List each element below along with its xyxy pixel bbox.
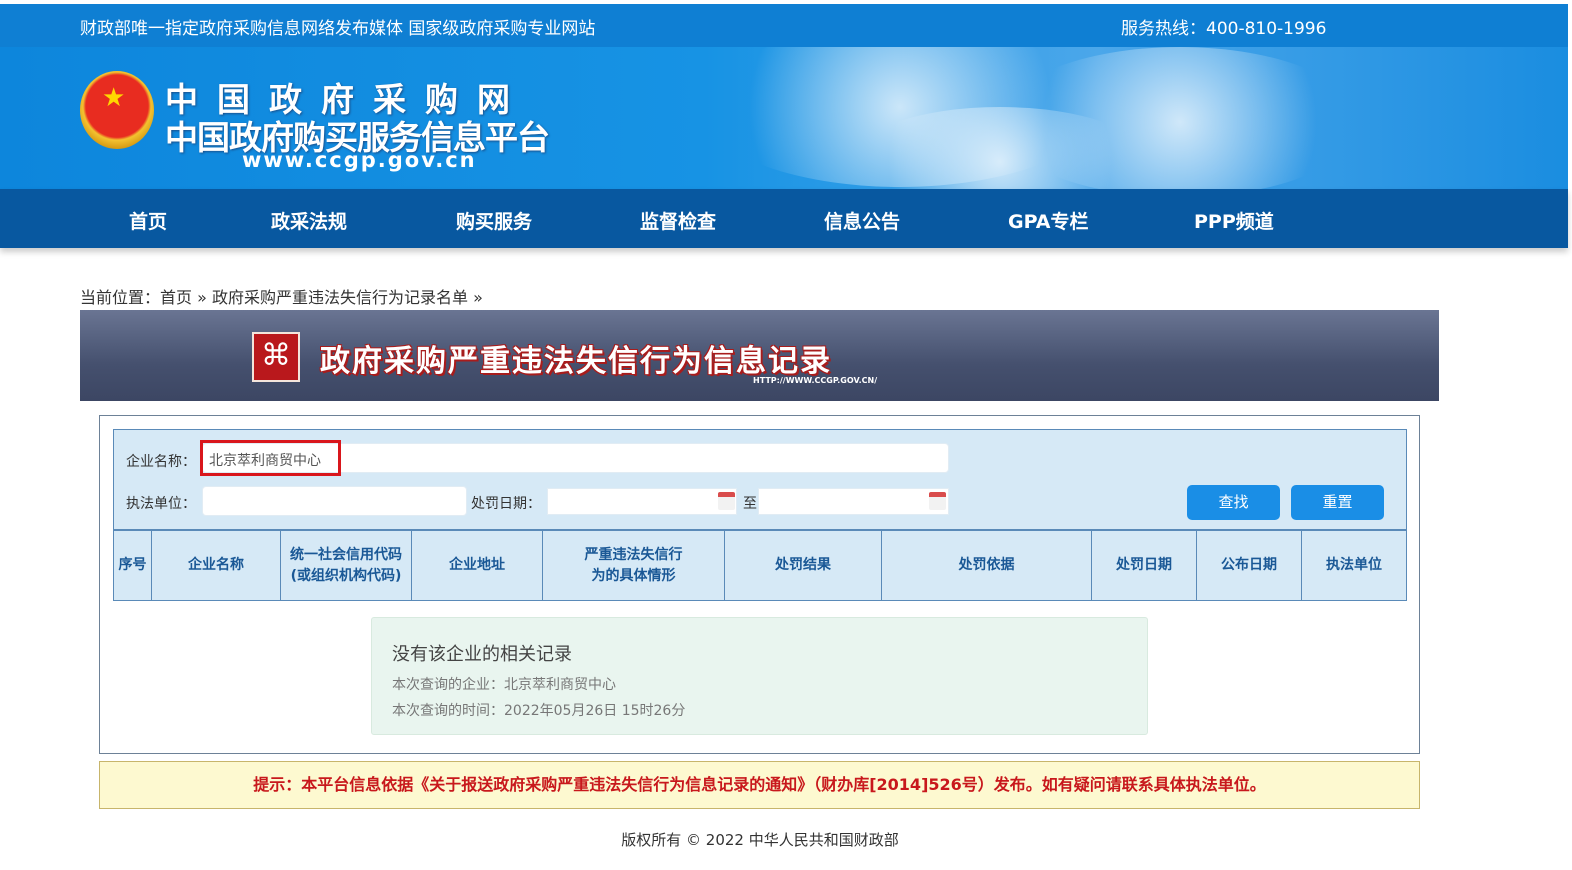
page-title: 政府采购严重违法失信行为信息记录 [320, 344, 832, 379]
col-credit-code: 统一社会信用代码(或组织机构代码) [281, 531, 412, 600]
calendar-icon[interactable] [718, 492, 735, 510]
to-label: 至 [743, 496, 757, 512]
col-publish-date: 公布日期 [1197, 531, 1302, 600]
company-label: 企业名称： [126, 454, 196, 470]
col-penalty-date: 处罚日期 [1092, 531, 1197, 600]
calendar-icon[interactable] [929, 492, 946, 510]
col-company: 企业名称 [152, 531, 281, 600]
highlight-box [200, 440, 341, 476]
nav-supervision[interactable]: 监督检查 [640, 207, 716, 234]
hotline: 服务热线：400-810-1996 [1121, 19, 1327, 39]
breadcrumb-separator: » [473, 288, 483, 307]
no-result-title: 没有该企业的相关记录 [392, 644, 572, 665]
date-to-input[interactable] [758, 488, 949, 515]
notice-tip: 提示：本平台信息依据《关于报送政府采购严重违法失信行为信息记录的通知》（财办库[… [99, 761, 1420, 809]
agency-label: 执法单位： [126, 496, 196, 512]
breadcrumb-current: 政府采购严重违法失信行为记录名单 [212, 288, 469, 307]
col-result: 处罚结果 [725, 531, 882, 600]
copyright: 版权所有 © 2022 中华人民共和国财政部 [621, 831, 899, 849]
col-address: 企业地址 [412, 531, 543, 600]
col-violation: 严重违法失信行为的具体情形 [543, 531, 725, 600]
breadcrumb-separator: » [197, 288, 207, 307]
breadcrumb: 当前位置：首页 » 政府采购严重违法失信行为记录名单 » [80, 284, 483, 308]
nav-gpa[interactable]: GPA专栏 [1008, 207, 1088, 234]
no-result-message: 没有该企业的相关记录 本次查询的企业：北京萃利商贸中心 本次查询的时间：2022… [371, 617, 1148, 735]
queried-company: 本次查询的企业：北京萃利商贸中心 [392, 677, 616, 693]
col-index: 序号 [114, 531, 152, 600]
nav-announcements[interactable]: 信息公告 [824, 207, 900, 234]
date-from-input[interactable] [547, 488, 737, 515]
nav-ppp[interactable]: PPP频道 [1194, 207, 1274, 234]
reset-button[interactable]: 重置 [1291, 485, 1384, 520]
breadcrumb-prefix: 当前位置： [80, 288, 161, 307]
agency-input[interactable] [202, 486, 467, 516]
breadcrumb-home[interactable]: 首页 [160, 288, 192, 307]
national-emblem-icon: ★ [80, 71, 154, 149]
banner-url: HTTP://WWW.CCGP.GOV.CN/ [753, 376, 878, 385]
col-basis: 处罚依据 [882, 531, 1092, 600]
seal-icon: ⌘ [252, 332, 300, 382]
nav-purchase-services[interactable]: 购买服务 [456, 207, 532, 234]
col-agency: 执法单位 [1326, 557, 1382, 573]
top-bar: 财政部唯一指定政府采购信息网络发布媒体 国家级政府采购专业网站 服务热线：400… [0, 4, 1568, 47]
slogan: 财政部唯一指定政府采购信息网络发布媒体 国家级政府采购专业网站 [80, 19, 596, 39]
nav-home[interactable]: 首页 [129, 207, 167, 234]
results-table-header: 序号 企业名称 统一社会信用代码(或组织机构代码) 企业地址 严重违法失信行为的… [113, 530, 1407, 601]
title-banner: ⌘ 政府采购严重违法失信行为信息记录 HTTP://WWW.CCGP.GOV.C… [80, 310, 1439, 401]
search-button[interactable]: 查找 [1187, 485, 1280, 520]
date-label: 处罚日期： [471, 496, 541, 512]
nav-regulations[interactable]: 政采法规 [271, 207, 347, 234]
main-nav: 首页 政采法规 购买服务 监督检查 信息公告 GPA专栏 PPP频道 [0, 189, 1568, 248]
logo-url: www.ccgp.gov.cn [242, 148, 477, 172]
query-time: 本次查询的时间：2022年05月26日 15时26分 [392, 703, 686, 719]
header-banner: ★ 中国政府采购网 中国政府购买服务信息平台 www.ccgp.gov.cn [0, 47, 1568, 189]
